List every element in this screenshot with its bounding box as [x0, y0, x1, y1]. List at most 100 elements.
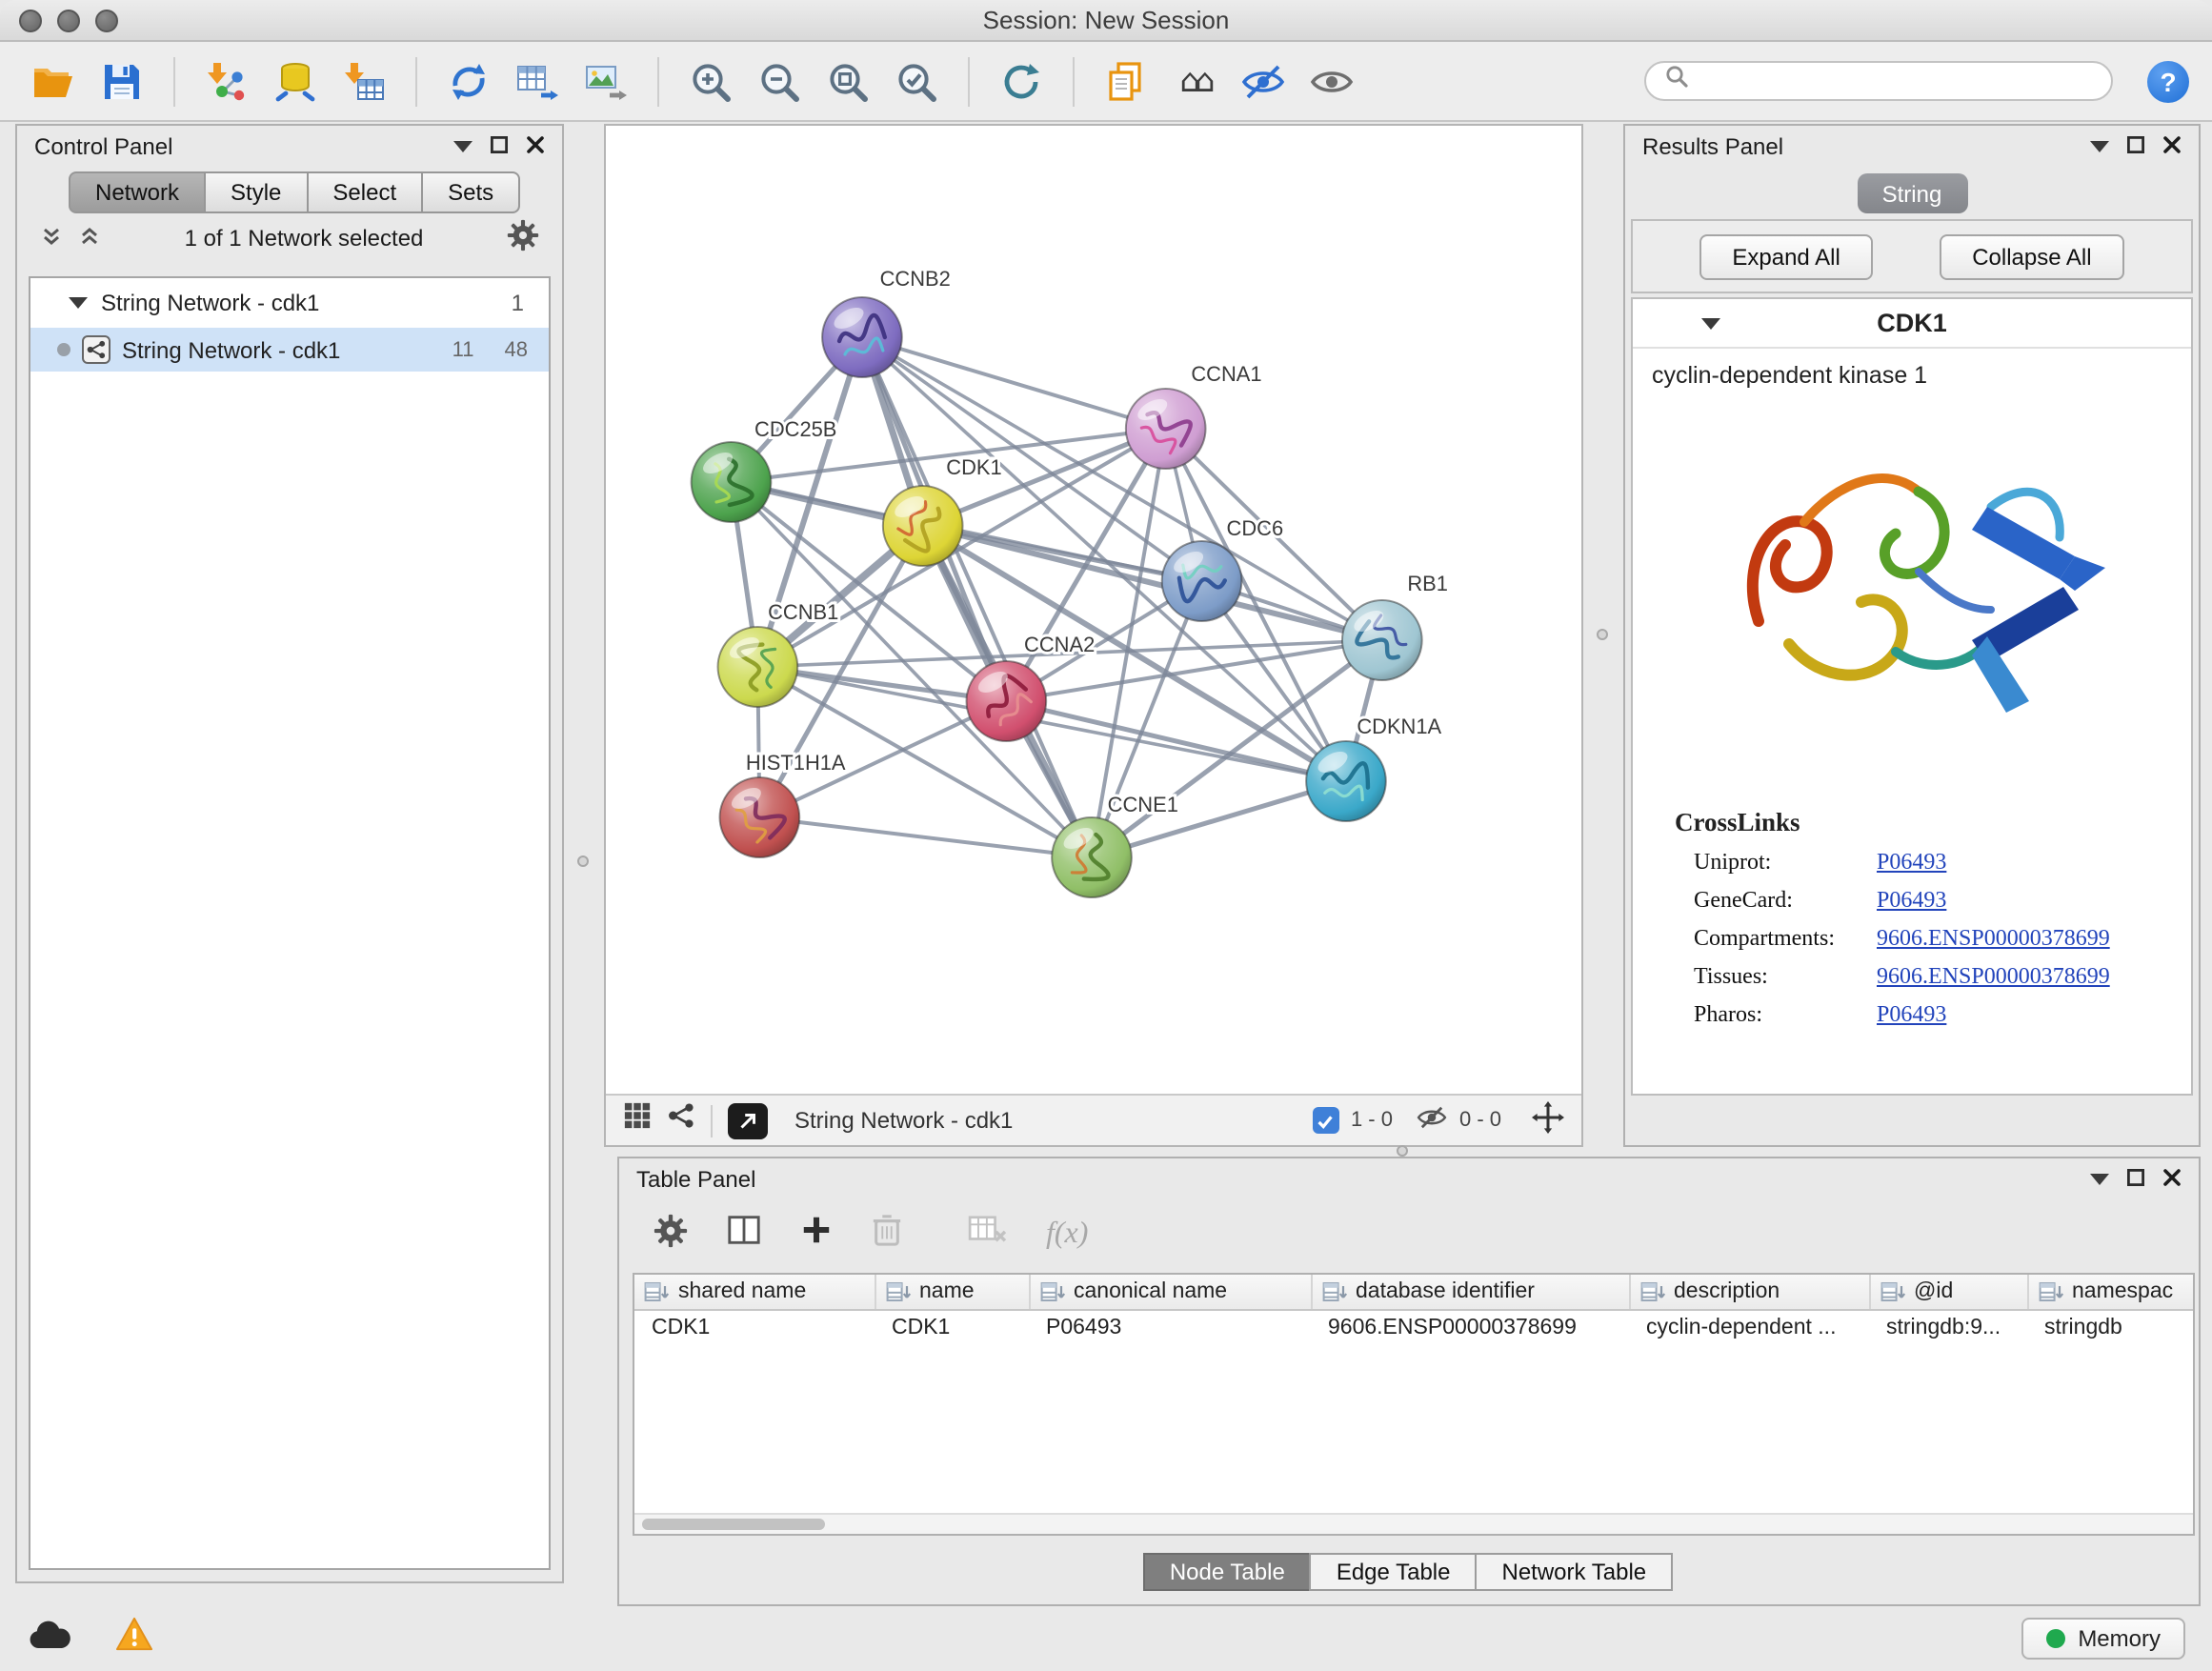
collapse-panel-icon[interactable]	[2090, 1174, 2109, 1185]
show-home-icon[interactable]: ⌂⌂	[1164, 50, 1225, 111]
warning-icon[interactable]	[114, 1616, 154, 1661]
delete-column-icon[interactable]	[871, 1212, 903, 1258]
show-all-icon[interactable]	[1301, 50, 1362, 111]
open-session-icon[interactable]	[23, 50, 84, 111]
export-image-icon[interactable]	[575, 50, 636, 111]
create-column-icon[interactable]	[800, 1214, 833, 1256]
export-table-icon[interactable]	[507, 50, 568, 111]
expand-all-button[interactable]: Expand All	[1699, 233, 1872, 279]
collapse-panel-icon[interactable]	[2090, 141, 2109, 152]
column-header[interactable]: database identifier	[1311, 1275, 1629, 1310]
network-graph[interactable]: CCNB2CCNA1CDC25BCDK1CDC6RB1CCNB1CCNA2CDK…	[606, 126, 1581, 1094]
node-CCNB2[interactable]: CCNB2	[822, 267, 951, 377]
tab-string[interactable]: String	[1857, 173, 1967, 213]
left-splitter-handle[interactable]	[577, 856, 589, 867]
node-CCNA1[interactable]: CCNA1	[1126, 362, 1262, 469]
tab-network-table[interactable]: Network Table	[1476, 1553, 1674, 1591]
network-options-gear-icon[interactable]	[507, 219, 539, 257]
clone-network-icon[interactable]	[1096, 50, 1156, 111]
pan-move-icon[interactable]	[1532, 1101, 1564, 1139]
edge-CCNB2-CCNE1[interactable]	[862, 337, 1092, 857]
selected-count-checkbox-icon[interactable]	[1313, 1107, 1339, 1134]
window-title: Session: New Session	[0, 0, 2212, 42]
column-header[interactable]: canonical name	[1029, 1275, 1311, 1310]
edge-HIST1H1A-CCNE1[interactable]	[759, 817, 1092, 857]
edge-CDK1-RB1[interactable]	[923, 526, 1382, 640]
crosslink-link-tissues[interactable]: 9606.ENSP00000378699	[1877, 962, 2110, 991]
edge-CCNB2-CCNA1[interactable]	[862, 337, 1166, 429]
search-box[interactable]	[1644, 61, 2113, 101]
close-panel-icon[interactable]	[2162, 1166, 2182, 1193]
column-header[interactable]: @id	[1869, 1275, 2027, 1310]
function-builder-icon[interactable]: f(x)	[1046, 1218, 1088, 1252]
collapse-panel-icon[interactable]	[453, 141, 473, 152]
search-input[interactable]	[1701, 70, 2094, 92]
column-header[interactable]: name	[875, 1275, 1029, 1310]
zoom-out-icon[interactable]	[749, 50, 810, 111]
edge-CCNB2-RB1[interactable]	[862, 337, 1382, 640]
node-CDK1[interactable]: CDK1	[883, 455, 1002, 566]
expand-all-networks-icon[interactable]	[78, 224, 101, 252]
close-window-button[interactable]	[19, 10, 42, 32]
delete-table-icon[interactable]	[968, 1214, 1008, 1256]
hidden-eye-icon[interactable]	[1416, 1105, 1448, 1136]
birds-eye-view-button[interactable]	[728, 1102, 768, 1138]
crosslink-link-compartments[interactable]: 9606.ENSP00000378699	[1877, 924, 2110, 953]
tab-select[interactable]: Select	[306, 171, 423, 213]
float-panel-icon[interactable]	[2126, 133, 2145, 160]
update-network-icon[interactable]	[438, 50, 499, 111]
tab-network[interactable]: Network	[69, 171, 206, 213]
cloud-status-icon[interactable]	[27, 1619, 72, 1659]
column-header[interactable]: description	[1629, 1275, 1869, 1310]
tab-sets[interactable]: Sets	[421, 171, 520, 213]
zoom-window-button[interactable]	[95, 10, 118, 32]
network-canvas[interactable]: CCNB2CCNA1CDC25BCDK1CDC6RB1CCNB1CCNA2CDK…	[606, 126, 1581, 1094]
crosslink-link-genecard[interactable]: P06493	[1877, 886, 1946, 915]
bottom-splitter-handle[interactable]	[1397, 1145, 1408, 1157]
grid-view-icon[interactable]	[623, 1101, 652, 1139]
import-network-from-database-icon[interactable]	[265, 50, 326, 111]
help-button[interactable]: ?	[2147, 60, 2189, 102]
import-network-from-file-icon[interactable]	[196, 50, 257, 111]
zoom-fit-content-icon[interactable]	[817, 50, 878, 111]
column-header[interactable]: namespac	[2027, 1275, 2195, 1310]
node-CCNB1[interactable]: CCNB1	[718, 600, 839, 707]
close-panel-icon[interactable]	[2162, 133, 2182, 160]
network-view-icon[interactable]	[667, 1101, 695, 1139]
right-splitter-handle[interactable]	[1597, 629, 1608, 640]
crosslink-link-uniprot[interactable]: P06493	[1877, 848, 1946, 876]
column-header[interactable]: shared name	[634, 1275, 875, 1310]
hide-selected-icon[interactable]	[1233, 50, 1294, 111]
node-CDKN1A[interactable]: CDKN1A	[1306, 715, 1441, 821]
network-node-count: 11	[452, 338, 474, 361]
tab-edge-table[interactable]: Edge Table	[1310, 1553, 1478, 1591]
network-collection-row[interactable]: String Network - cdk1 1	[30, 278, 549, 328]
crosslink-link-pharos[interactable]: P06493	[1877, 1000, 1946, 1029]
close-panel-icon[interactable]	[526, 133, 545, 160]
save-session-icon[interactable]	[91, 50, 152, 111]
network-list-item[interactable]: String Network - cdk1 11 48	[30, 328, 549, 372]
table-options-gear-icon[interactable]	[654, 1213, 688, 1257]
import-table-from-file-icon[interactable]	[333, 50, 394, 111]
table-row[interactable]: CDK1 CDK1 P06493 9606.ENSP00000378699 cy…	[634, 1310, 2195, 1345]
collapse-all-networks-icon[interactable]	[40, 224, 63, 252]
collapse-all-button[interactable]: Collapse All	[1940, 233, 2123, 279]
minimize-window-button[interactable]	[57, 10, 80, 32]
apply-layout-icon[interactable]	[991, 50, 1052, 111]
scrollbar-thumb[interactable]	[642, 1519, 825, 1530]
zoom-in-icon[interactable]	[680, 50, 741, 111]
collapse-gene-icon[interactable]	[1701, 317, 1720, 329]
horizontal-scrollbar[interactable]	[634, 1513, 2193, 1534]
node-RB1[interactable]: RB1	[1342, 572, 1448, 680]
expand-arrow-icon[interactable]	[69, 297, 88, 309]
node-CDC6[interactable]: CDC6	[1162, 516, 1283, 621]
show-columns-icon[interactable]	[726, 1212, 762, 1258]
gene-header[interactable]: CDK1	[1633, 299, 2191, 349]
zoom-selected-icon[interactable]	[886, 50, 947, 111]
float-panel-icon[interactable]	[490, 133, 509, 160]
node-HIST1H1A[interactable]: HIST1H1A	[720, 751, 846, 857]
tab-node-table[interactable]: Node Table	[1143, 1553, 1312, 1591]
memory-button[interactable]: Memory	[2021, 1618, 2185, 1660]
tab-style[interactable]: Style	[204, 171, 308, 213]
float-panel-icon[interactable]	[2126, 1166, 2145, 1193]
